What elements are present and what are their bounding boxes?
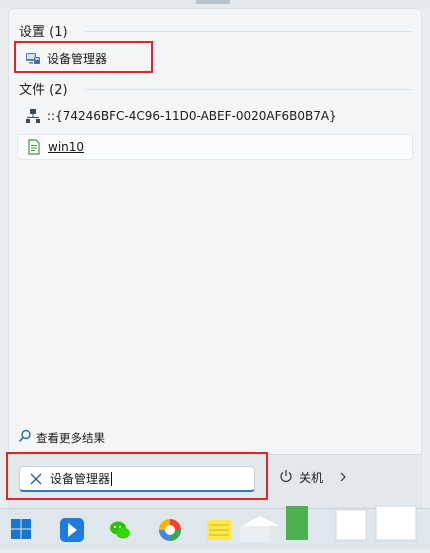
windows-start-icon[interactable] xyxy=(9,517,35,543)
network-icon xyxy=(25,108,41,124)
settings-section-header: 设置 (1) xyxy=(19,25,68,40)
more-results-label: 查看更多结果 xyxy=(36,430,105,445)
divider xyxy=(85,31,413,32)
result-label: ::{74246BFC-4C96-11D0-ABEF-0020AF6B0B7A} xyxy=(47,109,337,123)
search-results-panel: 设置 (1) 设备管理器 文件 (2) ::{74246BFC-4C96-11D… xyxy=(8,8,422,454)
power-icon xyxy=(279,469,293,486)
divider xyxy=(85,89,413,90)
search-input[interactable]: 设备管理器 xyxy=(19,466,255,492)
search-icon xyxy=(18,429,32,446)
search-icon[interactable] xyxy=(26,473,46,485)
result-label: win10 xyxy=(48,140,85,154)
notes-icon[interactable] xyxy=(206,517,232,543)
text-file-icon xyxy=(26,139,42,155)
top-strip xyxy=(0,0,430,8)
watermark-logo xyxy=(240,496,424,553)
power-label: 关机 xyxy=(299,471,324,485)
browser-icon[interactable] xyxy=(157,517,183,543)
power-button[interactable]: 关机 xyxy=(279,469,347,486)
result-device-manager[interactable]: 设备管理器 xyxy=(17,45,413,71)
wechat-icon[interactable] xyxy=(107,517,133,543)
files-section-header: 文件 (2) xyxy=(19,83,68,98)
text-caret xyxy=(111,471,113,486)
more-results-link[interactable]: 查看更多结果 xyxy=(18,429,105,446)
chevron-right-icon[interactable] xyxy=(339,471,347,485)
result-label: 设备管理器 xyxy=(47,51,108,66)
top-handle xyxy=(196,0,230,4)
result-clsid-file[interactable]: ::{74246BFC-4C96-11D0-ABEF-0020AF6B0B7A} xyxy=(17,103,413,129)
search-input-value: 设备管理器 xyxy=(50,472,111,486)
app-icon[interactable] xyxy=(59,517,85,543)
device-manager-icon xyxy=(25,50,41,66)
result-win10-file[interactable]: win10 xyxy=(17,134,413,160)
